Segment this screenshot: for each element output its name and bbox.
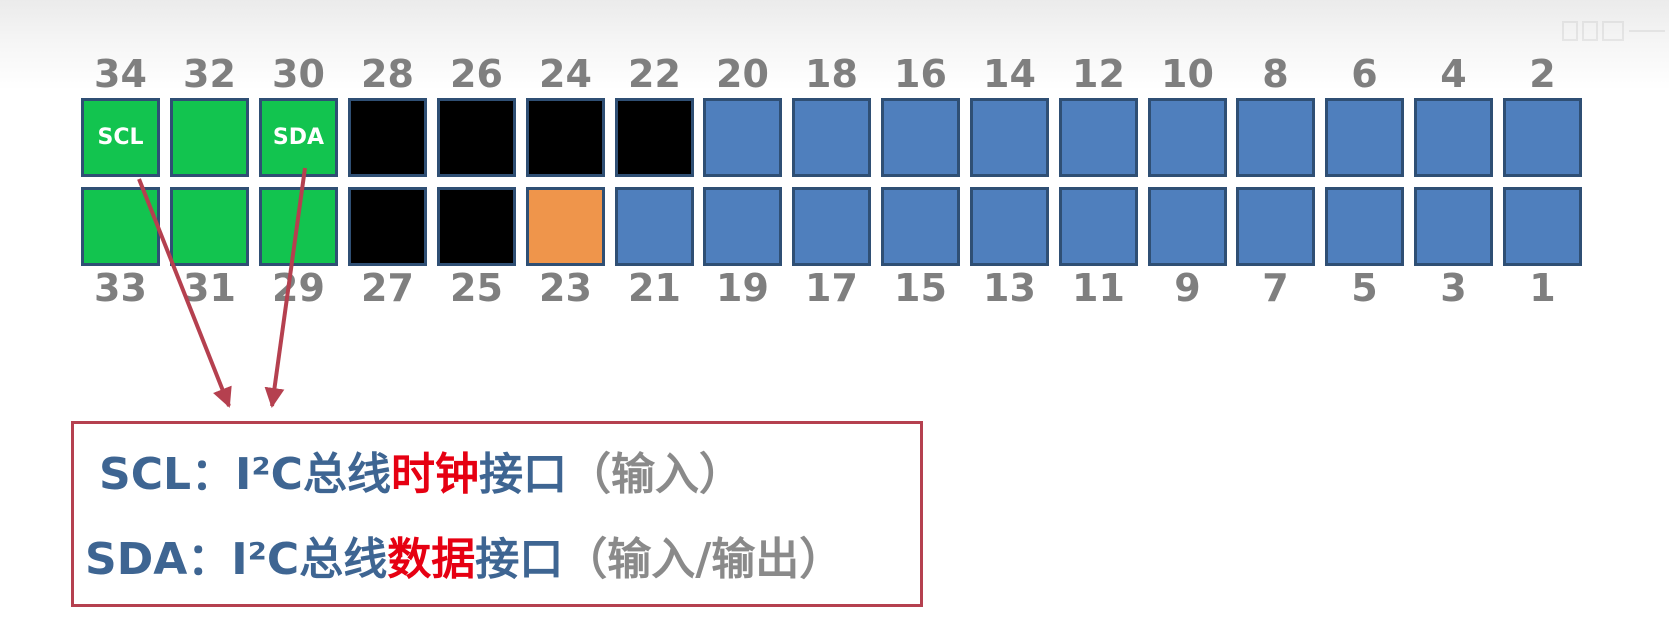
legend-scl: SCL：I²C总线时钟接口（输入）: [99, 447, 743, 503]
legend-sda-paren: （输入/输出）: [563, 534, 844, 585]
legend-scl-paren: （输入）: [566, 449, 743, 500]
legend-sda-highlight: 数据: [387, 534, 476, 585]
legend-sda: SDA：I²C总线数据接口（输入/输出）: [85, 532, 843, 588]
legend-scl-name: SCL: [99, 449, 192, 500]
legend-sda-suffix: 接口: [475, 534, 564, 585]
legend-sda-prefix: I²C总线: [231, 534, 388, 585]
legend-scl-sep: ：: [191, 449, 236, 500]
legend-scl-highlight: 时钟: [390, 449, 479, 500]
legend-sda-name: SDA: [85, 534, 188, 585]
legend-box: SCL：I²C总线时钟接口（输入） SDA：I²C总线数据接口（输入/输出）: [71, 421, 923, 607]
legend-scl-suffix: 接口: [478, 449, 567, 500]
legend-scl-prefix: I²C总线: [235, 449, 391, 500]
pin-diagram: 34 32 30 28 26 24 22 20 18 16 14 12 10 8 6 4 2 SCL SDA 33…: [0, 0, 1669, 636]
legend-sda-sep: ：: [187, 534, 232, 585]
scl-arrow: [137, 178, 232, 408]
sda-arrow: [264, 167, 307, 408]
